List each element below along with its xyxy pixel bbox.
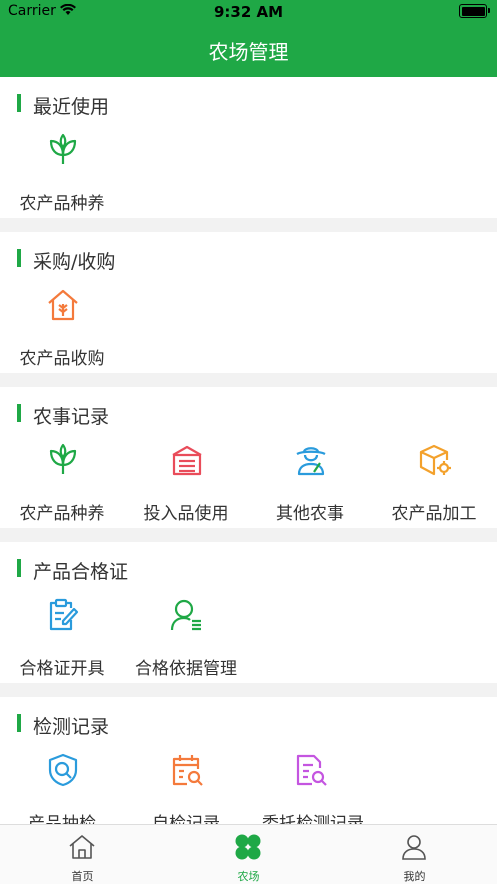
- recent-item-planting[interactable]: 农产品种养: [0, 133, 124, 223]
- status-bar: Carrier 9:32 AM: [0, 0, 497, 22]
- section-testing: 检测记录 产品抽检 自检记录 委托检测记录: [0, 697, 497, 824]
- farm-item-planting[interactable]: 农产品种养: [0, 443, 124, 533]
- clock: 9:32 AM: [213, 3, 284, 21]
- purchase-item-acquire[interactable]: 农产品收购: [0, 288, 124, 378]
- section-farm-record: 农事记录 农产品种养 投入品使用 其他农事 农产品加工: [0, 387, 497, 528]
- item-label: 其他农事: [276, 504, 344, 524]
- user-list-icon: [170, 599, 201, 631]
- tab-label: 我的: [403, 870, 426, 883]
- tab-mine[interactable]: 我的: [332, 825, 497, 884]
- crate-icon: [172, 445, 202, 476]
- tab-label: 农场: [237, 870, 260, 883]
- section-accent-bar: [17, 249, 21, 267]
- section-recent: 最近使用 农产品种养: [0, 77, 497, 218]
- farm-item-inputs[interactable]: 投入品使用: [124, 443, 248, 533]
- farm-item-other[interactable]: 其他农事: [248, 443, 372, 533]
- section-certificate: 产品合格证 合格证开具 合格依据管理: [0, 542, 497, 683]
- item-label: 自检记录: [152, 814, 220, 824]
- sprout-icon: [49, 443, 77, 474]
- section-purchase: 采购/收购 农产品收购: [0, 232, 497, 373]
- calendar-search-icon: [172, 755, 203, 786]
- house-harvest-icon: [48, 289, 78, 321]
- shield-search-icon: [48, 753, 78, 787]
- farmer-icon: [296, 447, 326, 476]
- tab-home[interactable]: 首页: [0, 825, 165, 884]
- item-label: 投入品使用: [143, 504, 229, 524]
- cert-item-issue[interactable]: 合格证开具: [0, 598, 124, 688]
- navigation-bar: 农场管理: [0, 22, 497, 77]
- clipboard-edit-icon: [49, 598, 79, 631]
- sprout-icon: [49, 133, 77, 164]
- document-search-icon: [296, 754, 327, 786]
- test-item-self[interactable]: 自检记录: [124, 753, 248, 824]
- section-accent-bar: [17, 404, 21, 422]
- section-title: 产品合格证: [33, 561, 129, 583]
- section-title: 农事记录: [33, 406, 110, 428]
- section-title: 采购/收购: [33, 251, 116, 273]
- section-accent-bar: [17, 714, 21, 732]
- test-item-entrusted[interactable]: 委托检测记录: [248, 753, 378, 824]
- test-item-sampling[interactable]: 产品抽检: [0, 753, 124, 824]
- section-accent-bar: [17, 94, 21, 112]
- section-accent-bar: [17, 559, 21, 577]
- user-icon: [402, 835, 426, 860]
- item-label: 农产品种养: [19, 194, 105, 214]
- item-label: 农产品收购: [19, 349, 105, 369]
- clover-icon: [235, 834, 261, 860]
- page-title: 农场管理: [208, 40, 289, 64]
- battery-icon: [459, 4, 490, 18]
- item-label: 产品抽检: [28, 814, 96, 824]
- section-title: 最近使用: [33, 96, 110, 118]
- tab-bar: 首页 农场 我的: [0, 824, 497, 884]
- item-label: 农产品加工: [391, 504, 477, 524]
- main-content[interactable]: 最近使用 农产品种养 采购/收购 农产品收购 农事记录 农产品种养 投入品使用 …: [0, 77, 497, 824]
- item-label: 委托检测记录: [262, 814, 364, 824]
- box-gear-icon: [419, 444, 451, 476]
- item-label: 合格证开具: [19, 659, 105, 679]
- item-label: 合格依据管理: [135, 659, 237, 679]
- farm-item-processing[interactable]: 农产品加工: [372, 443, 496, 533]
- cert-item-basis[interactable]: 合格依据管理: [124, 598, 248, 688]
- home-icon: [69, 835, 95, 859]
- tab-farm[interactable]: 农场: [166, 825, 331, 884]
- section-title: 检测记录: [33, 716, 110, 738]
- item-label: 农产品种养: [19, 504, 105, 524]
- tab-label: 首页: [71, 870, 94, 883]
